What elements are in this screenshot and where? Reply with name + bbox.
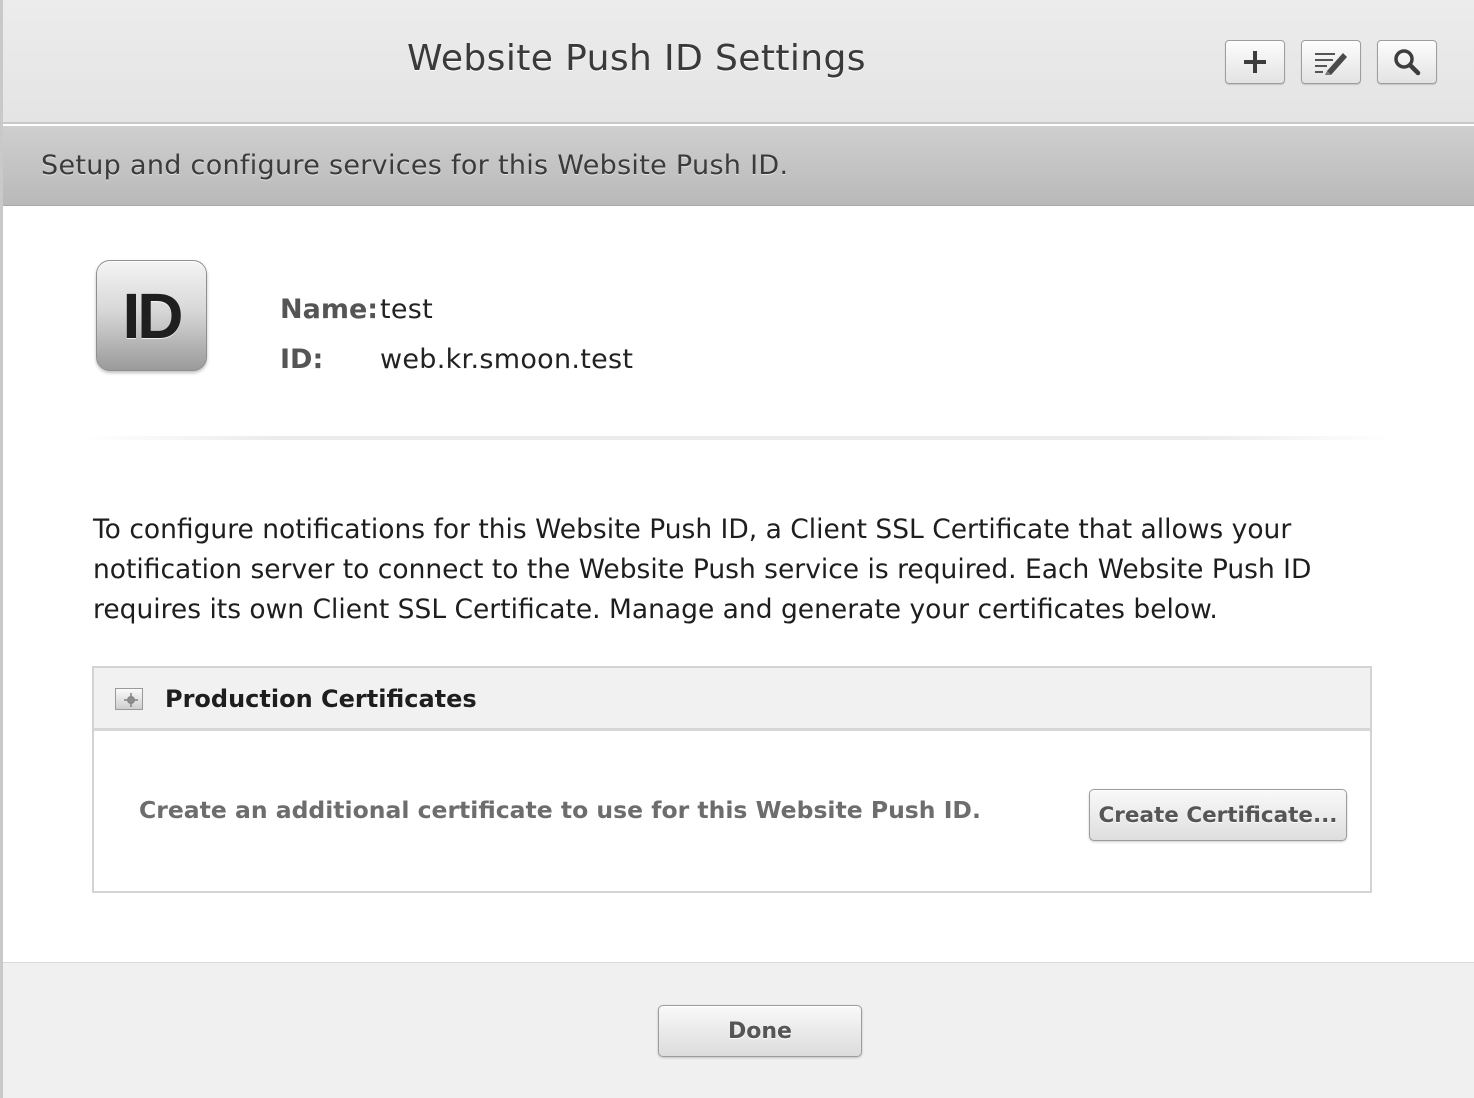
top-header: Website Push ID Settings — [3, 0, 1474, 124]
edit-button[interactable] — [1301, 40, 1361, 84]
id-icon: ID — [96, 260, 207, 371]
settings-window: Website Push ID Settings Setup and confi… — [0, 0, 1474, 1098]
production-certificates-header: Production Certificates — [94, 668, 1370, 731]
id-icon-label: ID — [122, 279, 184, 352]
id-label: ID: — [280, 344, 324, 375]
production-certificates-title: Production Certificates — [165, 685, 477, 713]
description-text: To configure notifications for this Webs… — [93, 514, 1312, 625]
section-divider — [83, 436, 1393, 440]
subtitle-bar: Setup and configure services for this We… — [3, 126, 1474, 206]
done-button[interactable]: Done — [658, 1005, 862, 1057]
plus-icon — [1244, 51, 1266, 73]
search-icon — [1394, 49, 1421, 76]
production-certificates-panel: Production Certificates Create an additi… — [92, 666, 1372, 893]
id-value: web.kr.smoon.test — [380, 344, 634, 375]
name-value: test — [380, 294, 434, 325]
add-button[interactable] — [1225, 40, 1285, 84]
search-button[interactable] — [1377, 40, 1437, 84]
page-title: Website Push ID Settings — [407, 38, 866, 79]
subtitle-text: Setup and configure services for this We… — [41, 150, 789, 181]
create-certificate-button[interactable]: Create Certificate... — [1089, 789, 1347, 841]
certificate-icon — [115, 688, 143, 710]
footer-bar: Done — [3, 962, 1474, 1098]
edit-icon — [1315, 53, 1347, 75]
create-certificate-description: Create an additional certificate to use … — [139, 796, 981, 824]
name-label: Name: — [280, 294, 379, 325]
